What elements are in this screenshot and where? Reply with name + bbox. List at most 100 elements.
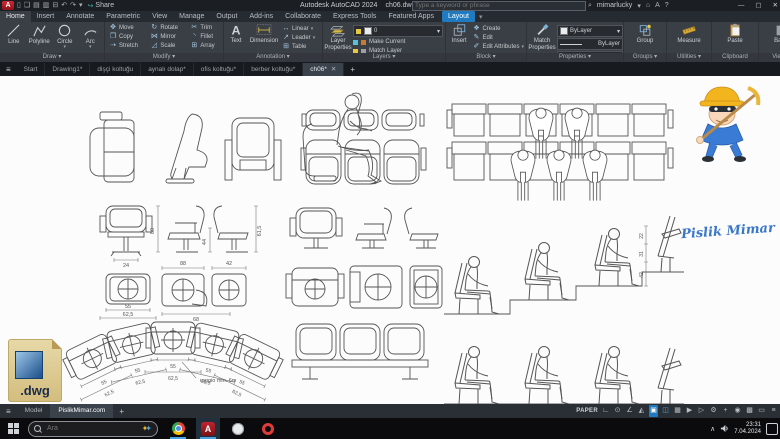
table-button[interactable]: ⊞Table: [282, 43, 315, 51]
share-button[interactable]: ↪ Share: [88, 2, 115, 10]
leader-button[interactable]: ↗Leader ▾: [282, 34, 315, 42]
arc-dropdown-icon[interactable]: ▾: [89, 45, 92, 49]
cursor-badge2-icon[interactable]: ▷: [697, 405, 706, 417]
panel-label-block[interactable]: Block ▾: [446, 53, 526, 62]
mirror-button[interactable]: ⋈Mirror: [150, 33, 186, 41]
drawing-audience-rows-plan[interactable]: [447, 104, 673, 200]
ribbon-tab-annotate[interactable]: Annotate: [60, 11, 100, 22]
ribbon-tab-featured-apps[interactable]: Featured Apps: [382, 11, 440, 22]
start-button[interactable]: [0, 418, 26, 439]
ribbon-tab-addins[interactable]: Add-ins: [243, 11, 279, 22]
saveas-icon[interactable]: ▥: [43, 1, 50, 10]
search-icon[interactable]: ⌕: [588, 2, 592, 10]
file-tab-berber-koltugu[interactable]: berber koltuğu*: [244, 63, 303, 76]
create-block-button[interactable]: ❖Create: [472, 25, 524, 33]
redo-icon[interactable]: ↷: [70, 1, 76, 10]
ribbon-tab-insert[interactable]: Insert: [31, 11, 61, 22]
circle-dropdown-icon[interactable]: ▾: [63, 45, 66, 49]
panel-label-utilities[interactable]: Utilities ▾: [667, 53, 711, 62]
annotation-monitor-icon[interactable]: ◉: [733, 405, 742, 417]
file-tab-disci-koltugu[interactable]: dişçi koltuğu: [90, 63, 141, 76]
array-button[interactable]: ⊞Array: [190, 42, 223, 50]
help-search-input[interactable]: [413, 2, 585, 9]
drawing-seat-views[interactable]: [90, 93, 381, 184]
panel-label-modify[interactable]: Modify ▾: [105, 53, 223, 62]
edit-attributes-button[interactable]: ✐Edit Attributes ▾: [472, 43, 524, 51]
cursor-badge-icon[interactable]: ▶: [685, 405, 694, 417]
tray-expand-icon[interactable]: ∧: [710, 425, 715, 433]
taskbar-opera[interactable]: [256, 418, 280, 439]
gear-icon[interactable]: ⚙: [709, 405, 718, 417]
ribbon-tab-express-tools[interactable]: Express Tools: [327, 11, 382, 22]
taskbar-clock[interactable]: 23:31 7.04.2024: [734, 422, 761, 436]
undo-icon[interactable]: ↶: [61, 1, 67, 10]
file-tab-ch06[interactable]: ch06*✕: [303, 63, 344, 76]
minimize-button[interactable]: —: [738, 0, 745, 11]
move-button[interactable]: ✥Move: [109, 24, 146, 32]
ribbon-tab-manage[interactable]: Manage: [173, 11, 210, 22]
restore-button[interactable]: ▢: [755, 0, 761, 11]
drawing-canvas[interactable]: 24 80 61,5 44 55 62,5 88 42 68: [0, 76, 780, 404]
autocad-app-icon[interactable]: A: [2, 1, 14, 10]
drawing-seat-views-center[interactable]: [286, 208, 442, 308]
make-current-button[interactable]: Make Current: [353, 38, 441, 46]
drawing-dimensioned-seat[interactable]: [100, 206, 248, 306]
linear-button[interactable]: ↔Linear ▾: [282, 25, 315, 33]
add-toggle-icon[interactable]: +: [721, 405, 730, 417]
new-layout-button[interactable]: +: [113, 405, 130, 418]
isodraft-icon[interactable]: ◭: [637, 405, 646, 417]
qat-dropdown-icon[interactable]: ▾: [79, 1, 83, 10]
stretch-button[interactable]: ⇢Stretch: [109, 42, 146, 50]
new-icon[interactable]: ▯: [17, 1, 21, 10]
panel-label-groups[interactable]: Groups ▾: [624, 53, 666, 62]
lineweight-dropdown[interactable]: ByLayer: [557, 38, 623, 50]
paper-space-label[interactable]: PAPER: [576, 408, 598, 414]
polar-tracking-icon[interactable]: ∠: [625, 405, 634, 417]
file-tab-ofis-koltugu[interactable]: ofis koltuğu*: [194, 63, 244, 76]
trim-button[interactable]: ✂Trim: [190, 24, 223, 32]
line-button[interactable]: Line: [2, 23, 26, 45]
paste-button[interactable]: Paste: [722, 23, 748, 45]
drawing-curved-row-plan[interactable]: 5562,5 5562,5 5562,5 5562,5 5562,5 raggi…: [59, 321, 286, 404]
taskbar-autocad[interactable]: A: [196, 418, 220, 439]
new-drawing-tab-button[interactable]: +: [344, 63, 361, 76]
dynamic-input-icon[interactable]: ◫: [661, 405, 670, 417]
clean-screen-icon[interactable]: ▭: [757, 405, 766, 417]
layer-dropdown[interactable]: 0 ▾: [353, 25, 443, 37]
signed-in-user[interactable]: mimarlucky: [597, 2, 632, 9]
tab-pislikmimar-layout[interactable]: PislikMimar.com: [50, 404, 113, 418]
text-button[interactable]: A Text: [226, 23, 246, 45]
base-button[interactable]: Base: [768, 23, 780, 45]
drawing-seat-row-plan[interactable]: [301, 110, 426, 184]
ortho-icon[interactable]: ∟: [601, 405, 610, 417]
notification-center-icon[interactable]: [766, 423, 778, 435]
drawing-flat-seating-side[interactable]: [444, 347, 684, 405]
plot-icon[interactable]: ⊟: [52, 1, 58, 10]
drawing-bench-row-front[interactable]: [292, 324, 428, 379]
save-icon[interactable]: ▤: [33, 1, 40, 10]
polyline-button[interactable]: Polyline: [28, 23, 52, 45]
ribbon-tab-view[interactable]: View: [146, 11, 173, 22]
app-store-icon[interactable]: ⌂: [646, 2, 650, 9]
autodesk-a-icon[interactable]: A: [655, 2, 660, 9]
close-tab-icon[interactable]: ✕: [331, 66, 336, 73]
speaker-icon[interactable]: [720, 424, 729, 433]
panel-label-layers[interactable]: Layers ▾: [323, 53, 445, 62]
windows-search-box[interactable]: ✦✦: [28, 421, 158, 437]
ribbon-tab-layout[interactable]: Layout: [442, 11, 475, 22]
space-toggle-icon[interactable]: ▣: [649, 405, 658, 417]
help-search-box[interactable]: [412, 1, 586, 11]
ribbon-display-toggle-icon[interactable]: ▾: [479, 13, 483, 21]
ribbon-tab-parametric[interactable]: Parametric: [100, 11, 146, 22]
group-button[interactable]: Group: [632, 23, 658, 45]
help-icon[interactable]: ?: [665, 2, 669, 9]
customization-menu-icon[interactable]: ≡: [769, 405, 778, 417]
units-icon[interactable]: ▩: [745, 405, 754, 417]
file-tabs-menu-icon[interactable]: ≡: [0, 63, 17, 76]
file-tab-aynali-dolap[interactable]: aynalı dolap*: [141, 63, 194, 76]
layout-menu-icon[interactable]: ≡: [0, 405, 17, 418]
match-properties-button[interactable]: Match Properties: [529, 23, 555, 51]
panel-label-properties[interactable]: Properties ▾: [527, 53, 623, 62]
arc-button[interactable]: Arc ▾: [79, 23, 103, 49]
layer-properties-button[interactable]: Layer Properties: [325, 23, 351, 51]
